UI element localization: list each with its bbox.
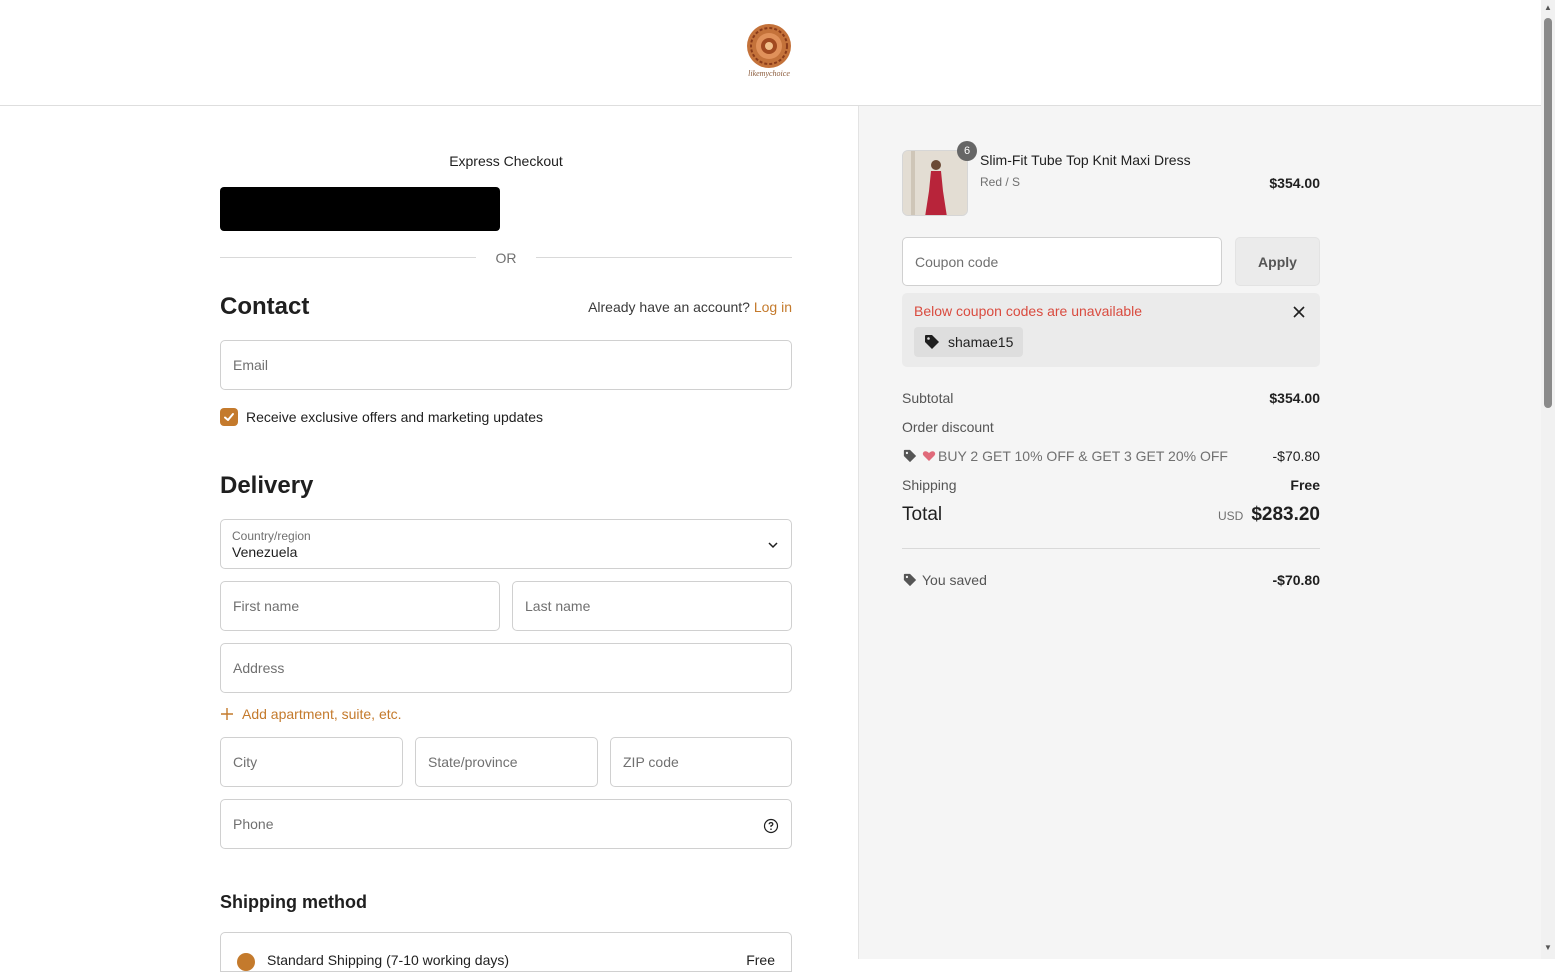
tag-icon [903,573,917,587]
add-apartment-label: Add apartment, suite, etc. [242,706,402,722]
add-apartment-link[interactable]: Add apartment, suite, etc. [220,706,402,722]
currency-code: USD [1217,509,1244,523]
or-divider-left [220,257,476,258]
contact-heading: Contact [220,293,310,320]
delivery-heading: Delivery [220,472,314,499]
email-placeholder: Email [233,357,269,373]
country-label: Country/region [232,529,311,543]
logo-text: likemychoice [748,69,790,78]
last-name-placeholder: Last name [525,598,591,614]
summary-divider [902,548,1320,549]
page-scrollbar[interactable]: ▲ ▼ [1541,0,1555,959]
zip-field[interactable]: ZIP code [610,737,792,787]
shipping-option[interactable]: Standard Shipping (7-10 working days) Fr… [220,932,792,972]
last-name-field[interactable]: Last name [512,581,792,631]
state-placeholder: State/province [428,754,518,770]
express-pay-button[interactable] [220,187,500,231]
marketing-checkbox[interactable] [220,408,238,426]
saved-value: -$70.80 [1272,572,1320,588]
account-prompt: Already have an account? [588,299,750,315]
scrollbar-thumb[interactable] [1544,18,1552,408]
coupon-notice-text: Below coupon codes are unavailable [914,303,1143,319]
shipping-label: Shipping [902,477,957,493]
header: likemychoice [0,0,1541,106]
close-icon[interactable] [1292,305,1306,319]
checkbox-check-icon [224,413,234,421]
scroll-down-arrow-icon[interactable]: ▼ [1544,944,1552,952]
tag-icon [903,449,917,463]
coupon-placeholder: Coupon code [915,253,999,270]
country-value: Venezuela [232,544,298,560]
saved-label: You saved [922,572,987,588]
express-checkout-title: Express Checkout [449,153,563,169]
logo-icon[interactable]: likemychoice [740,18,798,80]
product-thumbnail [902,150,968,216]
help-circle-icon[interactable] [763,818,779,834]
plus-icon [221,708,233,720]
email-field[interactable]: Email [220,340,792,390]
phone-placeholder: Phone [233,816,274,832]
country-select[interactable]: Country/region Venezuela [220,519,792,569]
order-discount-label: Order discount [902,419,994,435]
or-divider-right [536,257,792,258]
login-link[interactable]: Log in [754,299,792,315]
first-name-field[interactable]: First name [220,581,500,631]
subtotal-value: $354.00 [1269,390,1320,406]
chevron-down-icon [768,542,778,549]
shipping-option-price: Free [746,952,775,968]
coupon-input[interactable]: Coupon code [902,237,1222,286]
heart-emoji-icon [922,451,936,461]
marketing-label: Receive exclusive offers and marketing u… [246,409,544,425]
total-label: Total [902,504,943,525]
scroll-up-arrow-icon[interactable]: ▲ [1544,4,1552,12]
phone-field[interactable]: Phone [220,799,792,849]
product-variant: Red / S [980,175,1021,189]
order-summary-panel [859,106,1541,959]
coupon-code: shamae15 [948,334,1014,350]
tag-icon [925,335,939,349]
shipping-method-heading: Shipping method [220,892,367,912]
discount-value: -$70.80 [1272,448,1320,464]
first-name-placeholder: First name [233,598,300,614]
zip-placeholder: ZIP code [623,754,679,770]
shipping-value: Free [1290,477,1320,493]
product-price: $354.00 [1269,175,1320,191]
total-value: $283.20 [1251,504,1320,525]
account-prompt-row: Already have an account? Log in [520,299,792,315]
address-field[interactable]: Address [220,643,792,693]
city-placeholder: City [233,754,258,770]
subtotal-label: Subtotal [902,390,954,406]
or-text: OR [495,250,517,266]
coupon-unavailable-notice: Below coupon codes are unavailable shama… [902,293,1320,367]
address-placeholder: Address [233,660,285,676]
quantity-badge: 6 [957,141,977,161]
product-name: Slim-Fit Tube Top Knit Maxi Dress [980,152,1191,168]
state-field[interactable]: State/province [415,737,598,787]
apply-coupon-button[interactable]: Apply [1235,237,1320,286]
shipping-radio[interactable] [237,953,255,971]
coupon-code-chip: shamae15 [914,327,1024,357]
shipping-option-label: Standard Shipping (7-10 working days) [267,952,510,968]
city-field[interactable]: City [220,737,403,787]
total-row: USD $283.20 [1100,504,1320,526]
